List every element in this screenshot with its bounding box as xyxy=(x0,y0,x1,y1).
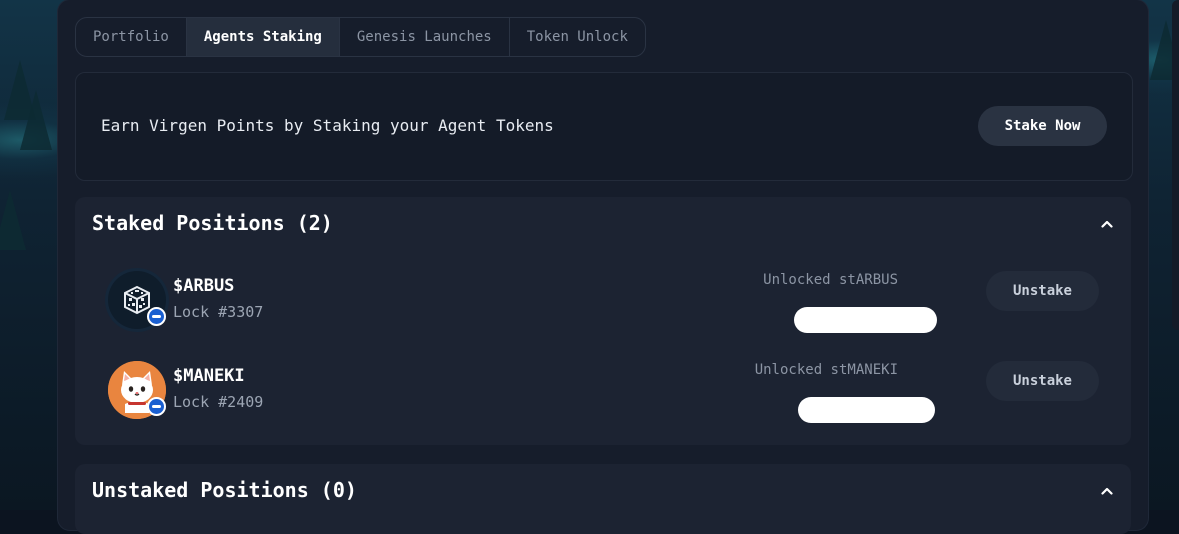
tab-bar: Portfolio Agents Staking Genesis Launche… xyxy=(75,17,646,57)
position-lock-id: Lock #2409 xyxy=(173,393,264,411)
stake-now-button[interactable]: Stake Now xyxy=(978,106,1107,146)
redacted-amount xyxy=(794,307,937,333)
chevron-up-icon[interactable] xyxy=(1101,485,1113,497)
staked-position-row: $MANEKI Lock #2409 Unlocked stMANEKI Uns… xyxy=(75,355,1131,427)
tree-silhouette xyxy=(20,90,52,150)
position-lock-id: Lock #3307 xyxy=(173,303,264,321)
position-ticker: $ARBUS xyxy=(173,276,235,296)
tab-portfolio[interactable]: Portfolio xyxy=(76,18,187,56)
unstake-button[interactable]: Unstake xyxy=(986,361,1099,401)
tab-agents-staking[interactable]: Agents Staking xyxy=(186,18,340,56)
tab-genesis-launches[interactable]: Genesis Launches xyxy=(340,18,510,56)
staked-positions-section: Staked Positions (2) $ARBUS Lock #3307 U… xyxy=(75,197,1131,445)
promo-banner: Earn Virgen Points by Staking your Agent… xyxy=(75,72,1133,181)
tab-token-unlock[interactable]: Token Unlock xyxy=(510,18,645,56)
unlocked-label: Unlocked stMANEKI xyxy=(754,362,898,378)
staked-positions-title: Staked Positions (2) xyxy=(92,211,333,235)
unstaked-positions-title: Unstaked Positions (0) xyxy=(92,478,357,502)
position-ticker: $MANEKI xyxy=(173,366,245,386)
unstake-button[interactable]: Unstake xyxy=(986,271,1099,311)
adjacent-panel-edge xyxy=(1172,0,1179,330)
chain-badge-icon xyxy=(147,307,166,326)
redacted-amount xyxy=(798,397,935,423)
tree-silhouette xyxy=(0,190,26,250)
staked-position-row: $ARBUS Lock #3307 Unlocked stARBUS Unsta… xyxy=(75,265,1131,337)
chain-badge-icon xyxy=(147,397,166,416)
promo-text: Earn Virgen Points by Staking your Agent… xyxy=(101,116,554,135)
unlocked-label: Unlocked stARBUS xyxy=(763,272,898,288)
unstaked-positions-section: Unstaked Positions (0) xyxy=(75,464,1131,534)
chevron-up-icon[interactable] xyxy=(1101,218,1113,230)
